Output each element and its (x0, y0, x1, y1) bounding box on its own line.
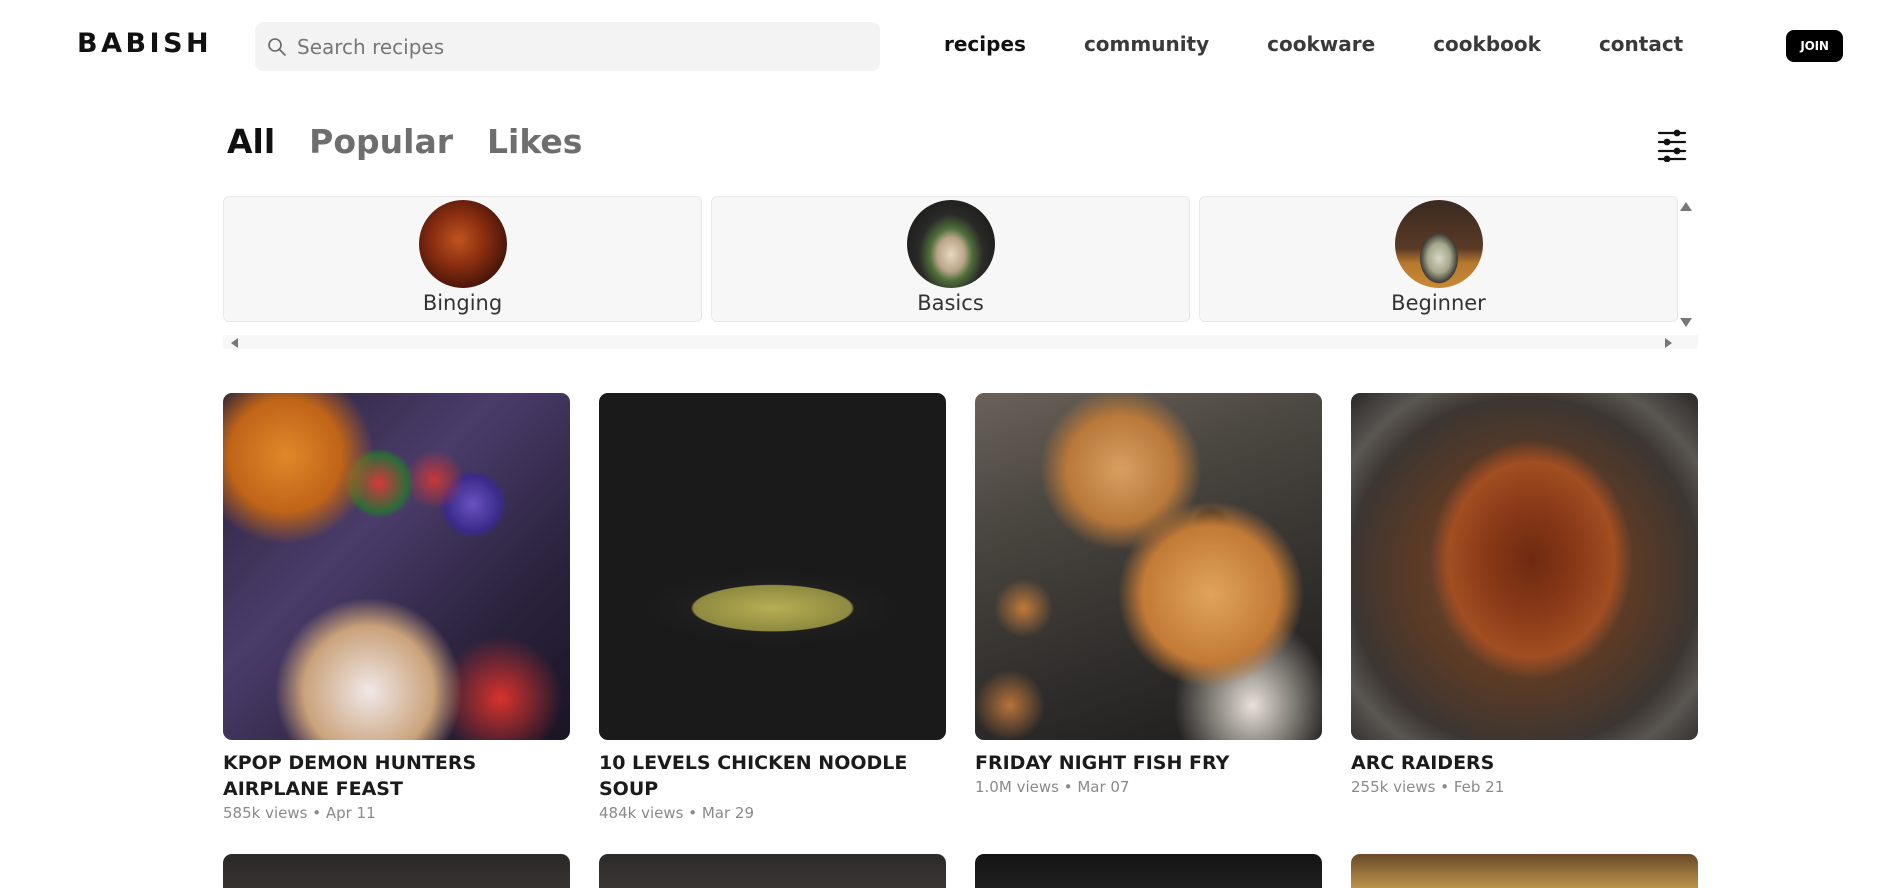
sliders-icon[interactable] (1656, 128, 1688, 162)
category-image (1394, 200, 1483, 288)
category-image (418, 200, 507, 288)
category-card-basics[interactable]: Basics (711, 196, 1190, 322)
horizontal-scrollbar[interactable] (223, 335, 1698, 349)
recipe-views: 255k views (1351, 778, 1436, 796)
recipe-card[interactable]: ARC RAIDERS 255k views • Feb 21 (1351, 393, 1698, 796)
category-card-beginner[interactable]: Beginner (1199, 196, 1678, 322)
recipe-card[interactable] (975, 854, 1322, 888)
tab-all[interactable]: All (227, 122, 275, 161)
tab-popular[interactable]: Popular (309, 122, 453, 161)
recipe-views: 585k views (223, 804, 308, 822)
scroll-up-icon[interactable] (1680, 202, 1692, 211)
scroll-right-icon[interactable] (1665, 338, 1672, 348)
search-input[interactable] (297, 34, 857, 59)
join-button[interactable]: JOIN (1786, 30, 1843, 62)
recipe-date: Mar 07 (1077, 778, 1130, 796)
category-label: Beginner (1391, 291, 1486, 315)
nav-cookbook[interactable]: cookbook (1433, 32, 1541, 56)
filter-tabs: All Popular Likes (227, 122, 616, 161)
recipe-meta: 484k views • Mar 29 (599, 804, 754, 822)
recipe-card[interactable]: KPOP DEMON HUNTERS AIRPLANE FEAST 585k v… (223, 393, 570, 822)
recipe-date: Mar 29 (701, 804, 754, 822)
category-image (906, 200, 995, 288)
scroll-down-icon[interactable] (1680, 318, 1692, 327)
recipe-thumbnail (599, 393, 946, 740)
scroll-left-icon[interactable] (231, 338, 238, 348)
nav-recipes[interactable]: recipes (944, 32, 1026, 56)
recipe-thumbnail (1351, 393, 1698, 740)
search-icon (268, 37, 286, 56)
recipe-card[interactable] (1351, 854, 1698, 888)
nav-contact[interactable]: contact (1599, 32, 1683, 56)
recipe-card[interactable] (599, 854, 946, 888)
recipe-views: 1.0M views (975, 778, 1059, 796)
recipe-meta: 585k views • Apr 11 (223, 804, 376, 822)
category-label: Binging (422, 291, 503, 315)
main-nav: recipes community cookware cookbook cont… (944, 32, 1741, 56)
recipe-card[interactable] (223, 854, 570, 888)
search-bar[interactable] (255, 22, 880, 71)
nav-cookware[interactable]: cookware (1267, 32, 1375, 56)
tab-likes[interactable]: Likes (487, 122, 582, 161)
nav-community[interactable]: community (1084, 32, 1209, 56)
recipe-meta: 1.0M views • Mar 07 (975, 778, 1130, 796)
recipe-date: Apr 11 (325, 804, 376, 822)
recipe-card[interactable]: 10 LEVELS CHICKEN NOODLE SOUP 484k views… (599, 393, 946, 822)
category-card-binging[interactable]: Binging (223, 196, 702, 322)
category-label: Basics (917, 291, 984, 315)
category-carousel[interactable]: Binging Basics Beginner (223, 196, 1698, 351)
recipe-title[interactable]: FRIDAY NIGHT FISH FRY (975, 750, 1322, 776)
recipe-title[interactable]: KPOP DEMON HUNTERS AIRPLANE FEAST (223, 750, 570, 802)
recipe-thumbnail (975, 393, 1322, 740)
recipe-meta: 255k views • Feb 21 (1351, 778, 1505, 796)
recipe-thumbnail (223, 393, 570, 740)
recipe-views: 484k views (599, 804, 684, 822)
site-logo[interactable]: BABISH (77, 28, 212, 59)
recipe-title[interactable]: 10 LEVELS CHICKEN NOODLE SOUP (599, 750, 946, 802)
recipe-title[interactable]: ARC RAIDERS (1351, 750, 1698, 776)
recipe-date: Feb 21 (1453, 778, 1505, 796)
recipe-card[interactable]: FRIDAY NIGHT FISH FRY 1.0M views • Mar 0… (975, 393, 1322, 796)
